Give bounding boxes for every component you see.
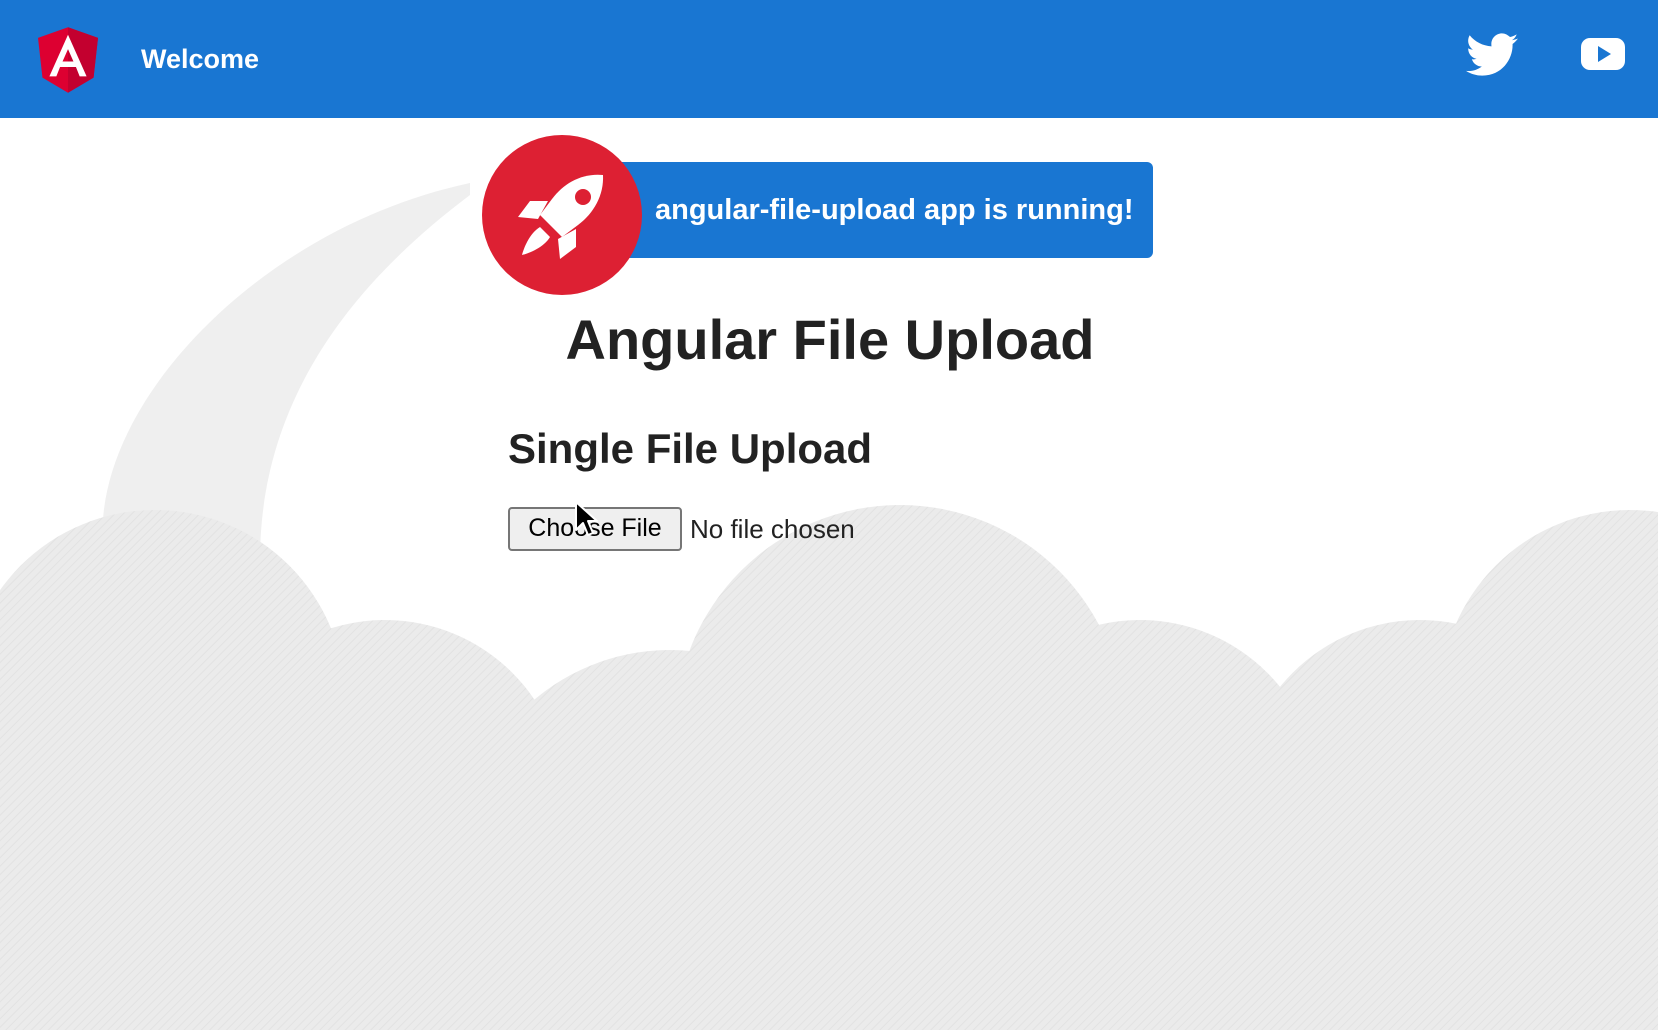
- angular-logo-icon: [37, 27, 99, 93]
- mouse-cursor-icon: [575, 501, 598, 536]
- youtube-icon[interactable]: [1581, 36, 1625, 72]
- rocket-icon: [482, 135, 642, 295]
- toolbar-title: Welcome: [141, 44, 260, 74]
- crescent-decoration: [102, 183, 470, 560]
- file-status-text: No file chosen: [690, 514, 855, 544]
- page: Welcome angular-file-upload app is runni…: [0, 0, 1658, 1030]
- page-title: Angular File Upload: [565, 308, 1095, 371]
- banner-text: angular-file-upload app is running!: [655, 194, 1134, 226]
- clouds-decoration: [0, 505, 1658, 1030]
- top-toolbar: Welcome: [0, 0, 1658, 118]
- file-input[interactable]: Choose File No file chosen: [508, 507, 855, 551]
- section-title: Single File Upload: [508, 425, 873, 472]
- twitter-icon[interactable]: [1466, 33, 1518, 77]
